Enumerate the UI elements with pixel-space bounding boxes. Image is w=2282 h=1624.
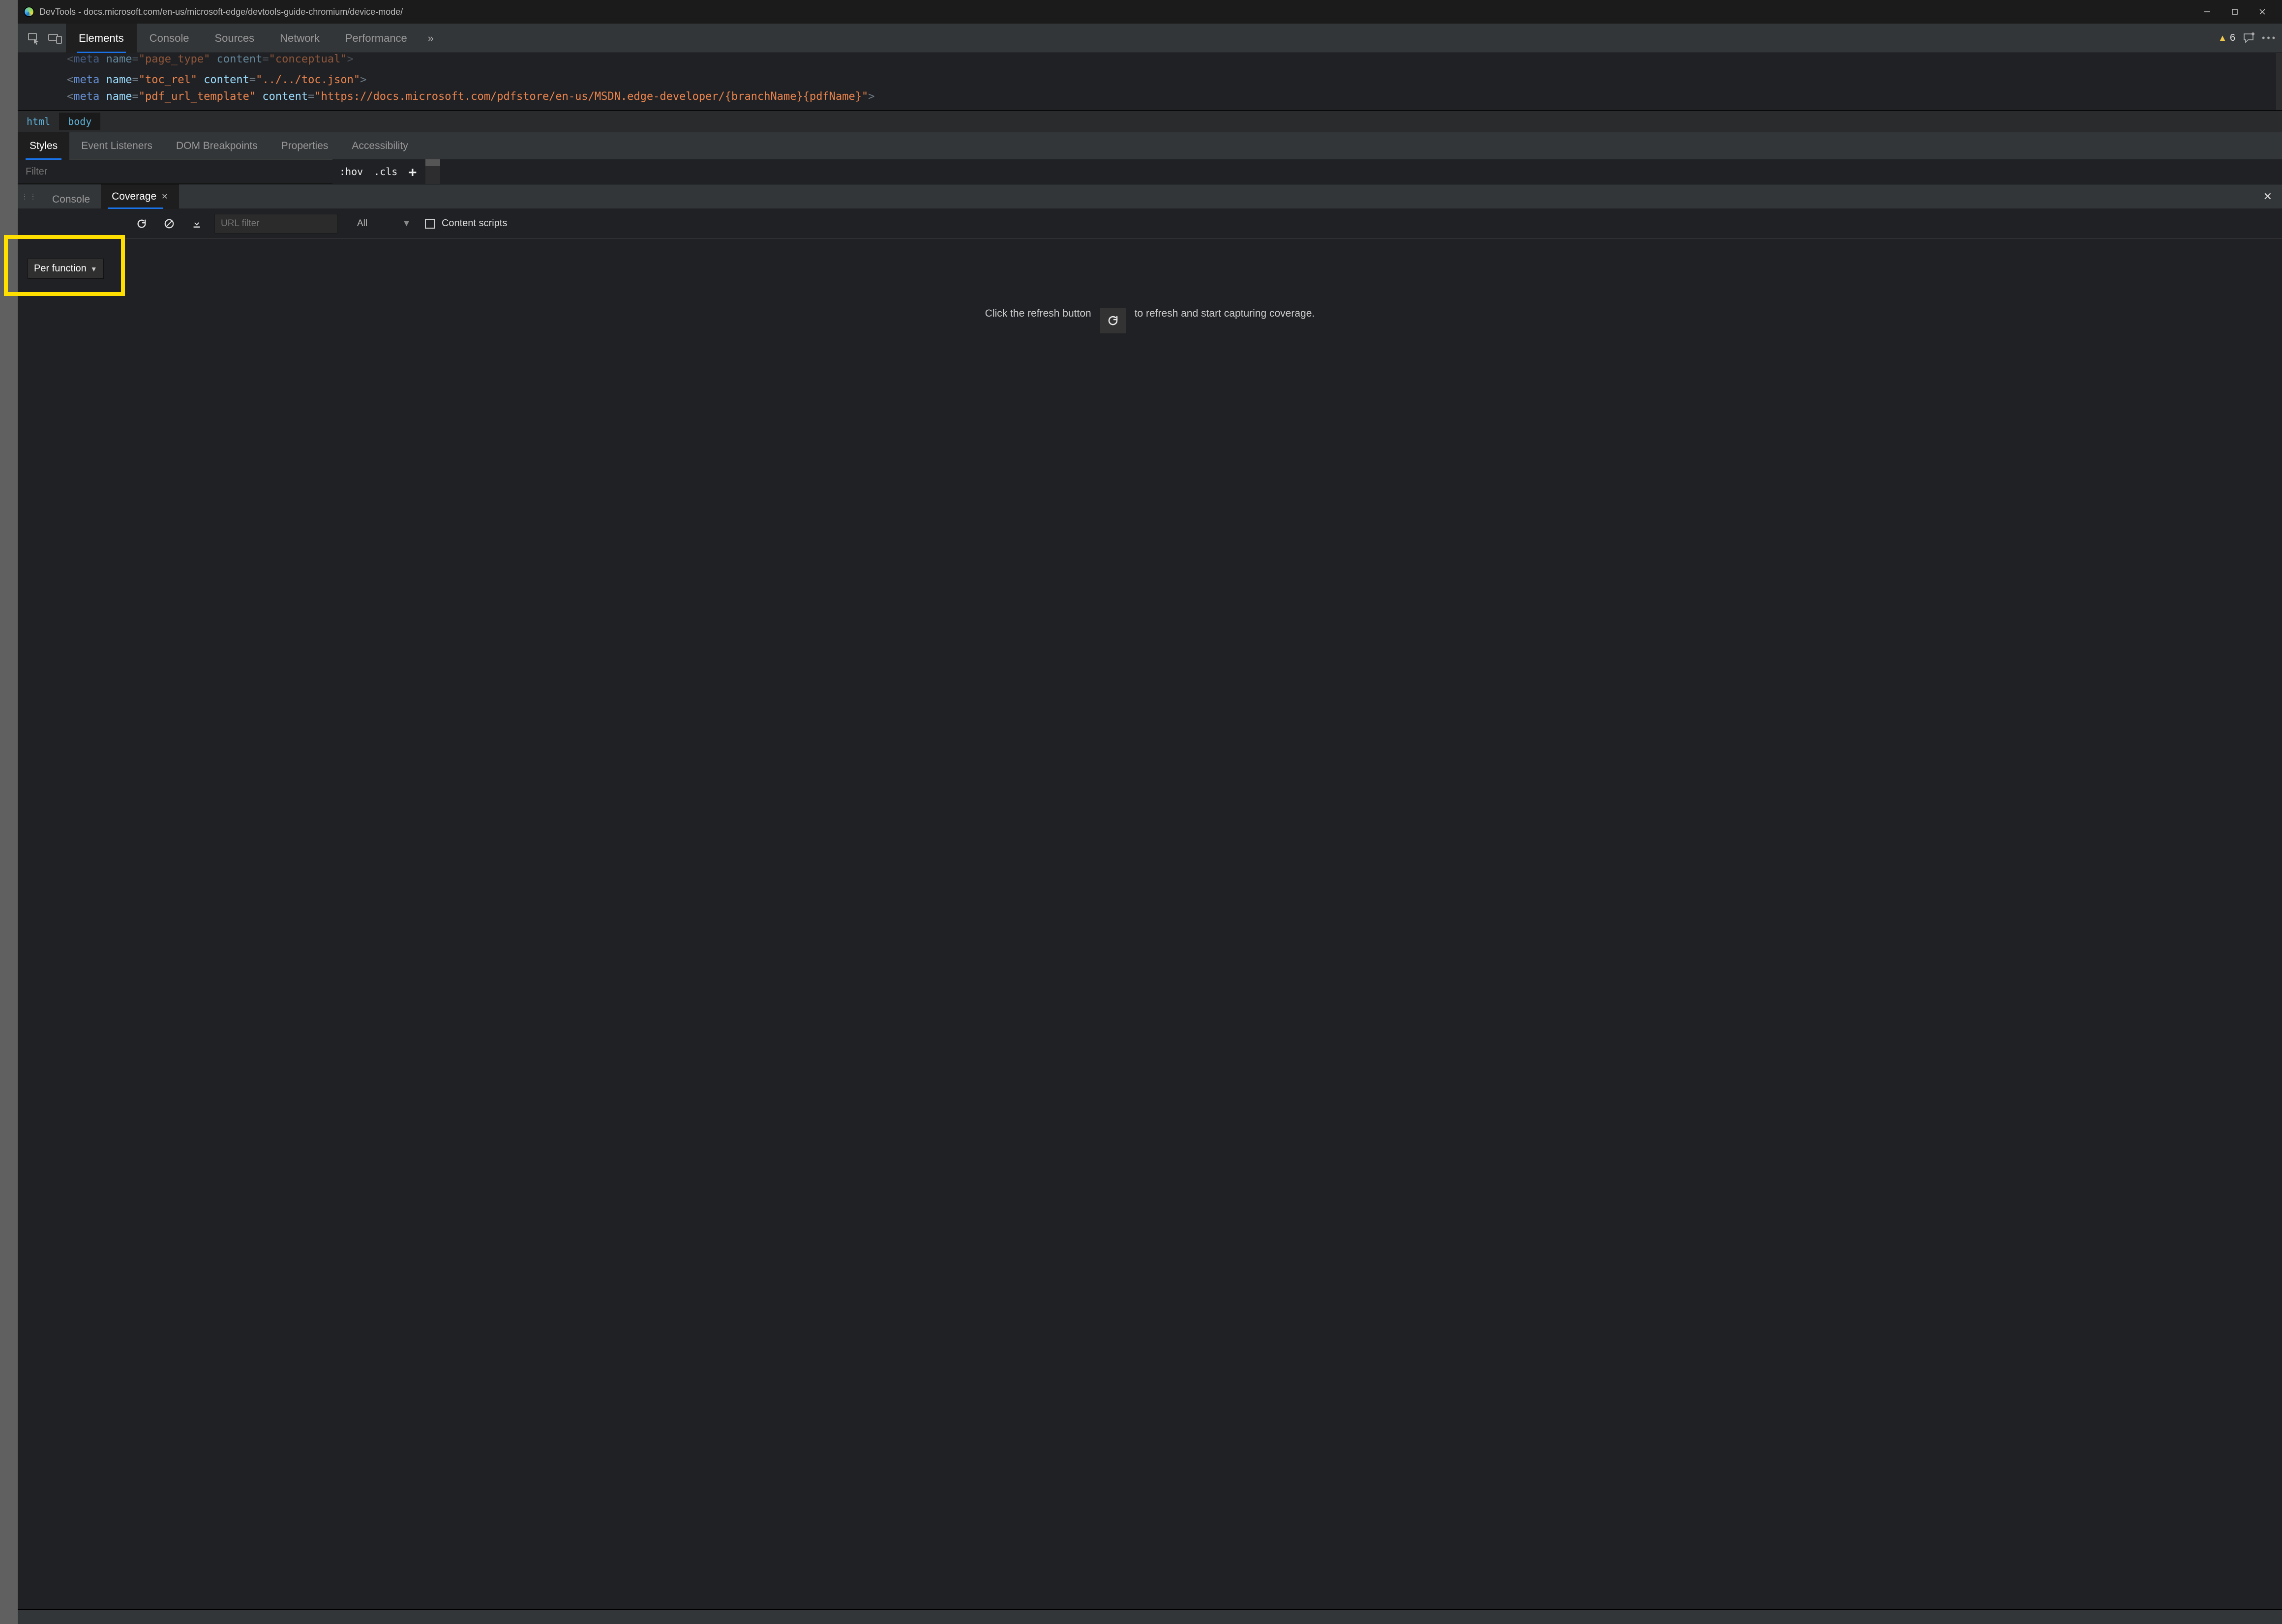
drawer-drag-handle-icon[interactable]: ⋮⋮ <box>18 192 41 201</box>
tab-console[interactable]: Console <box>137 24 202 53</box>
refresh-hint-icon <box>1100 308 1126 333</box>
new-style-rule-icon[interactable]: + <box>408 164 417 180</box>
chevron-down-icon: ▼ <box>402 218 411 229</box>
dom-line-pdf-url[interactable]: <meta name="pdf_url_template" content="h… <box>67 89 2277 105</box>
export-button-icon[interactable] <box>187 214 207 234</box>
coverage-toolbar: All ▼ Content scripts <box>18 208 2282 239</box>
drawer-footer <box>18 1609 2282 1624</box>
content-scripts-checkbox[interactable]: Content scripts <box>425 218 507 229</box>
coverage-empty-state: Click the refresh button to refresh and … <box>18 239 2282 1609</box>
subtab-properties[interactable]: Properties <box>270 132 340 160</box>
edge-browser-icon <box>24 6 34 17</box>
chevron-down-icon: ▼ <box>90 265 97 273</box>
window-minimize-button[interactable] <box>2193 0 2221 24</box>
device-toggle-icon[interactable] <box>44 28 66 49</box>
hint-text-before: Click the refresh button <box>985 308 1091 320</box>
toggle-cls-button[interactable]: .cls <box>374 166 397 177</box>
reload-button-icon[interactable] <box>132 214 151 234</box>
subtab-dom-breakpoints[interactable]: DOM Breakpoints <box>164 132 270 160</box>
crumb-body[interactable]: body <box>59 113 100 130</box>
dom-breadcrumb: html body <box>18 110 2282 132</box>
styles-filter-input[interactable] <box>18 159 332 184</box>
styles-filter-row: :hov .cls + <box>18 159 2282 184</box>
subtab-styles[interactable]: Styles <box>18 132 69 160</box>
subtab-event-listeners[interactable]: Event Listeners <box>69 132 164 160</box>
toggle-hov-button[interactable]: :hov <box>339 166 363 177</box>
styles-scrollbar[interactable] <box>425 159 440 184</box>
checkbox-icon <box>425 219 435 229</box>
more-tabs-chevrons-icon[interactable]: » <box>420 28 442 49</box>
drawer-tab-coverage[interactable]: Coverage ✕ <box>101 184 179 209</box>
drawer-header: ⋮⋮ Console Coverage ✕ ✕ <box>18 184 2282 208</box>
subtab-accessibility[interactable]: Accessibility <box>340 132 420 160</box>
window-maximize-button[interactable] <box>2221 0 2249 24</box>
close-coverage-tab-icon[interactable]: ✕ <box>156 192 168 202</box>
title-bar: DevTools - docs.microsoft.com/en-us/micr… <box>18 0 2282 24</box>
coverage-type-select[interactable]: All ▼ <box>345 218 417 229</box>
elements-subtabs: Styles Event Listeners DOM Breakpoints P… <box>18 132 2282 159</box>
dom-scrollbar[interactable] <box>2276 53 2282 110</box>
elements-dom-tree[interactable]: <meta name="page_type" content="conceptu… <box>18 53 2282 110</box>
hint-text-after: to refresh and start capturing coverage. <box>1135 308 1315 320</box>
feedback-icon[interactable] <box>2242 32 2255 45</box>
coverage-granularity-select[interactable]: Per function ▼ <box>28 259 104 279</box>
os-side-strip <box>0 20 18 1624</box>
dom-line-page-type[interactable]: <meta name="page_type" content="conceptu… <box>67 51 2277 68</box>
devtools-main-toolbar: Elements Console Sources Network Perform… <box>18 24 2282 53</box>
tab-performance[interactable]: Performance <box>332 24 420 53</box>
drawer-tab-console[interactable]: Console <box>41 191 101 208</box>
settings-more-icon[interactable]: ••• <box>2262 33 2277 43</box>
coverage-url-filter-input[interactable] <box>214 214 337 234</box>
window-close-button[interactable] <box>2249 0 2276 24</box>
crumb-html[interactable]: html <box>18 113 59 130</box>
window-title: DevTools - docs.microsoft.com/en-us/micr… <box>39 7 403 17</box>
issues-warning-badge[interactable]: ▲ 6 <box>2218 32 2235 44</box>
dom-line-toc-rel[interactable]: <meta name="toc_rel" content="../../toc.… <box>67 72 2277 89</box>
tab-elements[interactable]: Elements <box>66 24 137 53</box>
tab-sources[interactable]: Sources <box>202 24 267 53</box>
warning-count: 6 <box>2230 32 2235 44</box>
tab-network[interactable]: Network <box>267 24 332 53</box>
clear-button-icon[interactable] <box>159 214 179 234</box>
warning-triangle-icon: ▲ <box>2218 33 2227 43</box>
inspect-element-icon[interactable] <box>23 28 44 49</box>
close-drawer-icon[interactable]: ✕ <box>2253 190 2282 203</box>
